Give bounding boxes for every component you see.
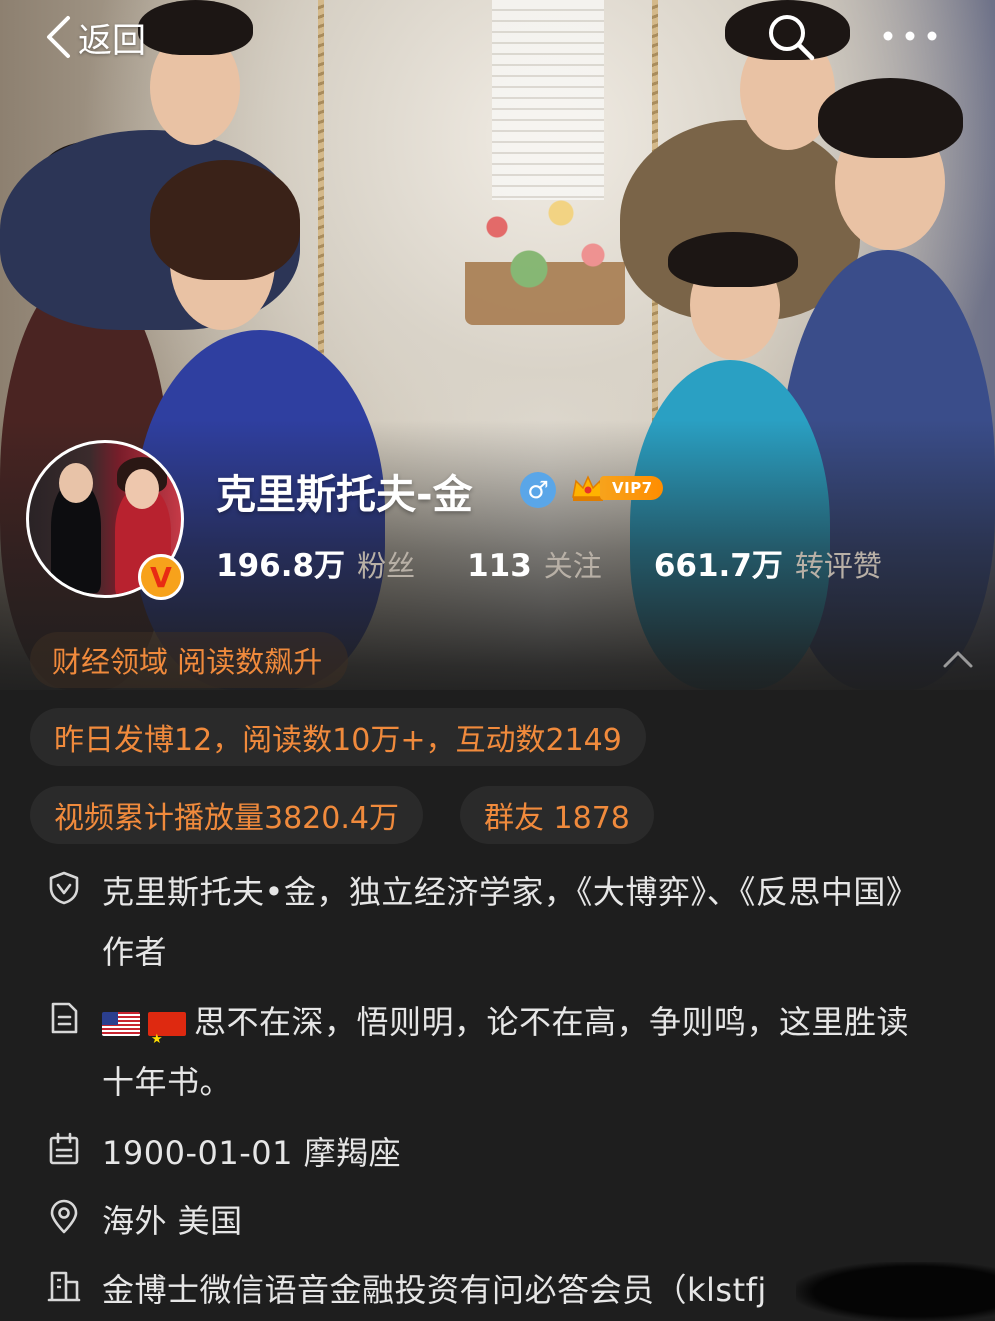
profile-stats: 196.8万 粉丝 113 关注 661.7万 转评赞: [216, 540, 882, 585]
cover-window-blind: [492, 0, 604, 200]
cover-flowers: [465, 185, 625, 325]
male-gender-icon: ♂: [520, 472, 556, 508]
birthday-text: 1900-01-01 摩羯座: [102, 1134, 402, 1172]
engagement-count: 661.7万: [653, 548, 783, 584]
info-bio: 思不在深，悟则明，论不在高，争则鸣，这里胜读十年书。: [46, 992, 946, 1112]
more-icon[interactable]: [880, 24, 940, 48]
cover-hair-mother: [150, 160, 300, 280]
back-label: 返回: [78, 20, 146, 61]
vip-label: VIP7: [600, 476, 663, 500]
company-text: 金博士微信语音金融投资有问必答会员（klstfj: [102, 1271, 767, 1309]
stat-followers[interactable]: 196.8万 粉丝: [216, 540, 415, 585]
verified-v-badge-icon: V: [138, 554, 184, 600]
document-icon: [51, 1002, 78, 1034]
cover-hair-boy-right: [818, 78, 963, 158]
redaction-scribble: [796, 1262, 995, 1321]
chevron-up-icon[interactable]: [940, 644, 976, 674]
back-button[interactable]: 返回: [44, 12, 146, 62]
location-text: 海外 美国: [102, 1202, 243, 1240]
followers-label: 粉丝: [357, 549, 416, 583]
location-pin-icon: [50, 1199, 78, 1234]
info-location: 海外 美国: [46, 1191, 946, 1251]
calendar-icon: [49, 1132, 79, 1165]
search-icon[interactable]: [766, 12, 816, 62]
domain-badge[interactable]: 财经领域 阅读数飙升: [30, 632, 349, 688]
group-members-pill[interactable]: 群友 1878: [460, 786, 654, 844]
company-building-icon: [47, 1271, 81, 1302]
info-birthday: 1900-01-01 摩羯座: [46, 1123, 946, 1183]
chevron-left-icon: [47, 16, 70, 58]
yesterday-stats-pill[interactable]: 昨日发博12，阅读数10万+，互动数2149: [30, 708, 646, 766]
vip-badge[interactable]: VIP7: [570, 470, 663, 506]
shield-check-icon: [49, 871, 79, 905]
verified-badge-letter: V: [150, 560, 172, 594]
verification-text: 克里斯托夫•金，独立经济学家，《大博弈》、《反思中国》作者: [102, 873, 919, 971]
bio-text: 思不在深，悟则明，论不在高，争则鸣，这里胜读十年书。: [102, 1003, 910, 1101]
stat-following[interactable]: 113 关注: [467, 543, 602, 585]
bio-text-row: 思不在深，悟则明，论不在高，争则鸣，这里胜读十年书。: [102, 992, 922, 1112]
following-count: 113: [467, 548, 532, 584]
following-label: 关注: [543, 549, 602, 583]
avatar-face-man: [59, 463, 93, 503]
us-flag-icon: [102, 1012, 140, 1036]
video-plays-pill[interactable]: 视频累计播放量3820.4万: [30, 786, 423, 844]
cover-hair-girl: [668, 232, 798, 287]
cover-hair-boy-back: [138, 0, 253, 55]
stat-engagement[interactable]: 661.7万 转评赞: [654, 540, 882, 585]
profile-name: 克里斯托夫-金: [216, 472, 473, 518]
engagement-label: 转评赞: [794, 549, 882, 583]
avatar-face-woman: [125, 469, 159, 509]
followers-count: 196.8万: [216, 548, 346, 584]
china-flag-icon: [148, 1010, 186, 1070]
info-verification: 克里斯托夫•金，独立经济学家，《大博弈》、《反思中国》作者: [46, 862, 946, 982]
